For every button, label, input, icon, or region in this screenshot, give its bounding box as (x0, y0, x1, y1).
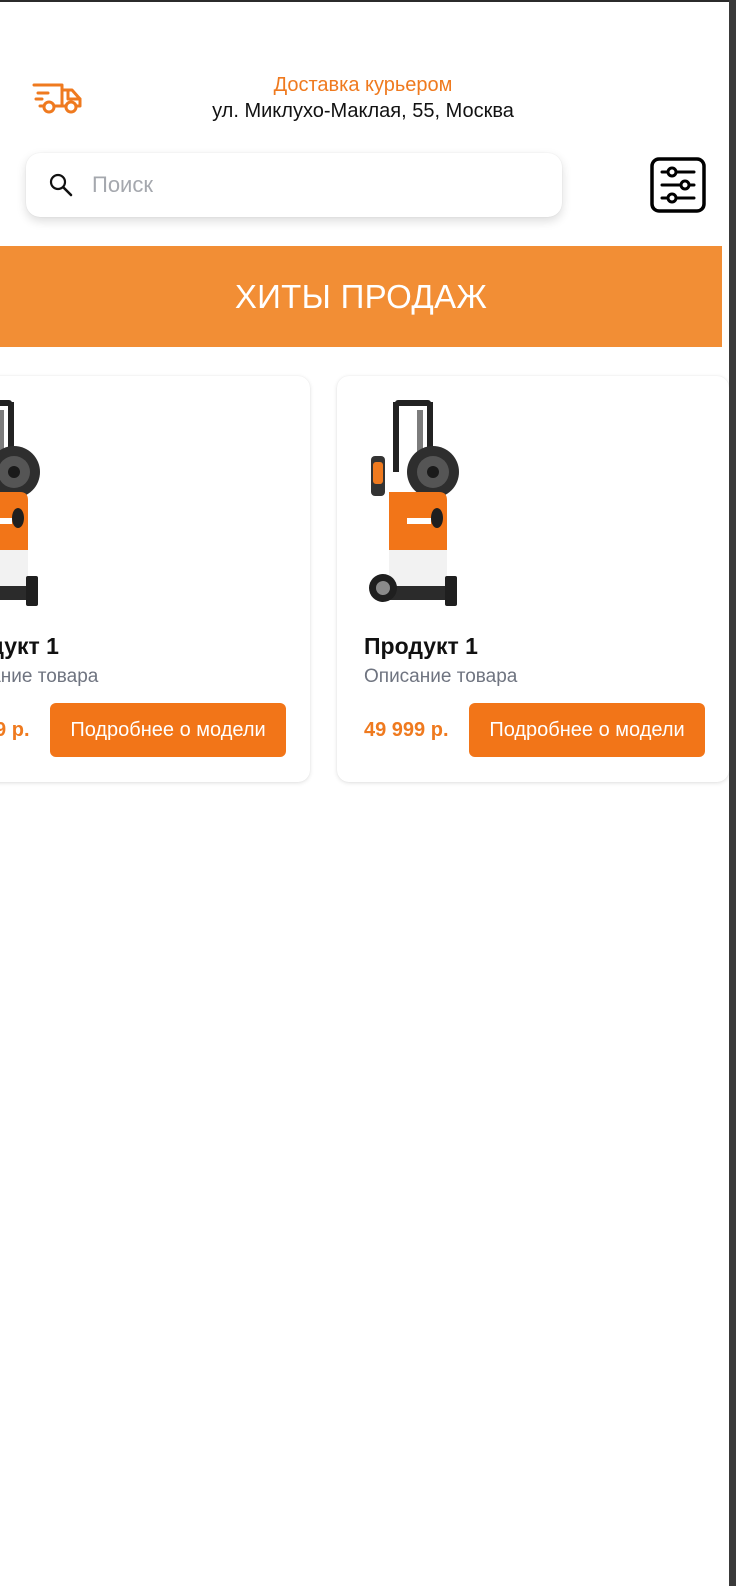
delivery-method-label[interactable]: Доставка курьером (140, 73, 586, 97)
product-card[interactable]: Продукт 1 Описание товара 49 999 р. Подр… (337, 376, 729, 782)
window-frame-right (729, 0, 736, 1586)
product-description: Описание товара (364, 666, 518, 687)
filter-sliders-icon[interactable] (650, 157, 706, 213)
search-input[interactable] (92, 164, 532, 206)
app-screen: Доставка курьером ул. Миклухо-Маклая, 55… (0, 2, 729, 1586)
truck-icon[interactable] (32, 80, 84, 116)
pressure-washer-image (0, 400, 40, 606)
delivery-address[interactable]: ул. Миклухо-Маклая, 55, Москва (140, 99, 586, 123)
product-price: 49 999 р. (0, 719, 30, 741)
product-description: Описание товара (0, 666, 99, 687)
product-card[interactable]: Продукт 1 Описание товара 49 999 р. Подр… (0, 376, 310, 782)
pressure-washer-image (369, 400, 459, 606)
model-details-button[interactable]: Подробнее о модели (469, 703, 705, 757)
product-name[interactable]: Продукт 1 (364, 632, 478, 660)
search-icon (49, 173, 73, 197)
model-details-button[interactable]: Подробнее о модели (50, 703, 286, 757)
bestsellers-title: ХИТЫ ПРОДАЖ (234, 278, 488, 315)
product-price: 49 999 р. (364, 719, 449, 741)
product-name[interactable]: Продукт 1 (0, 632, 59, 660)
